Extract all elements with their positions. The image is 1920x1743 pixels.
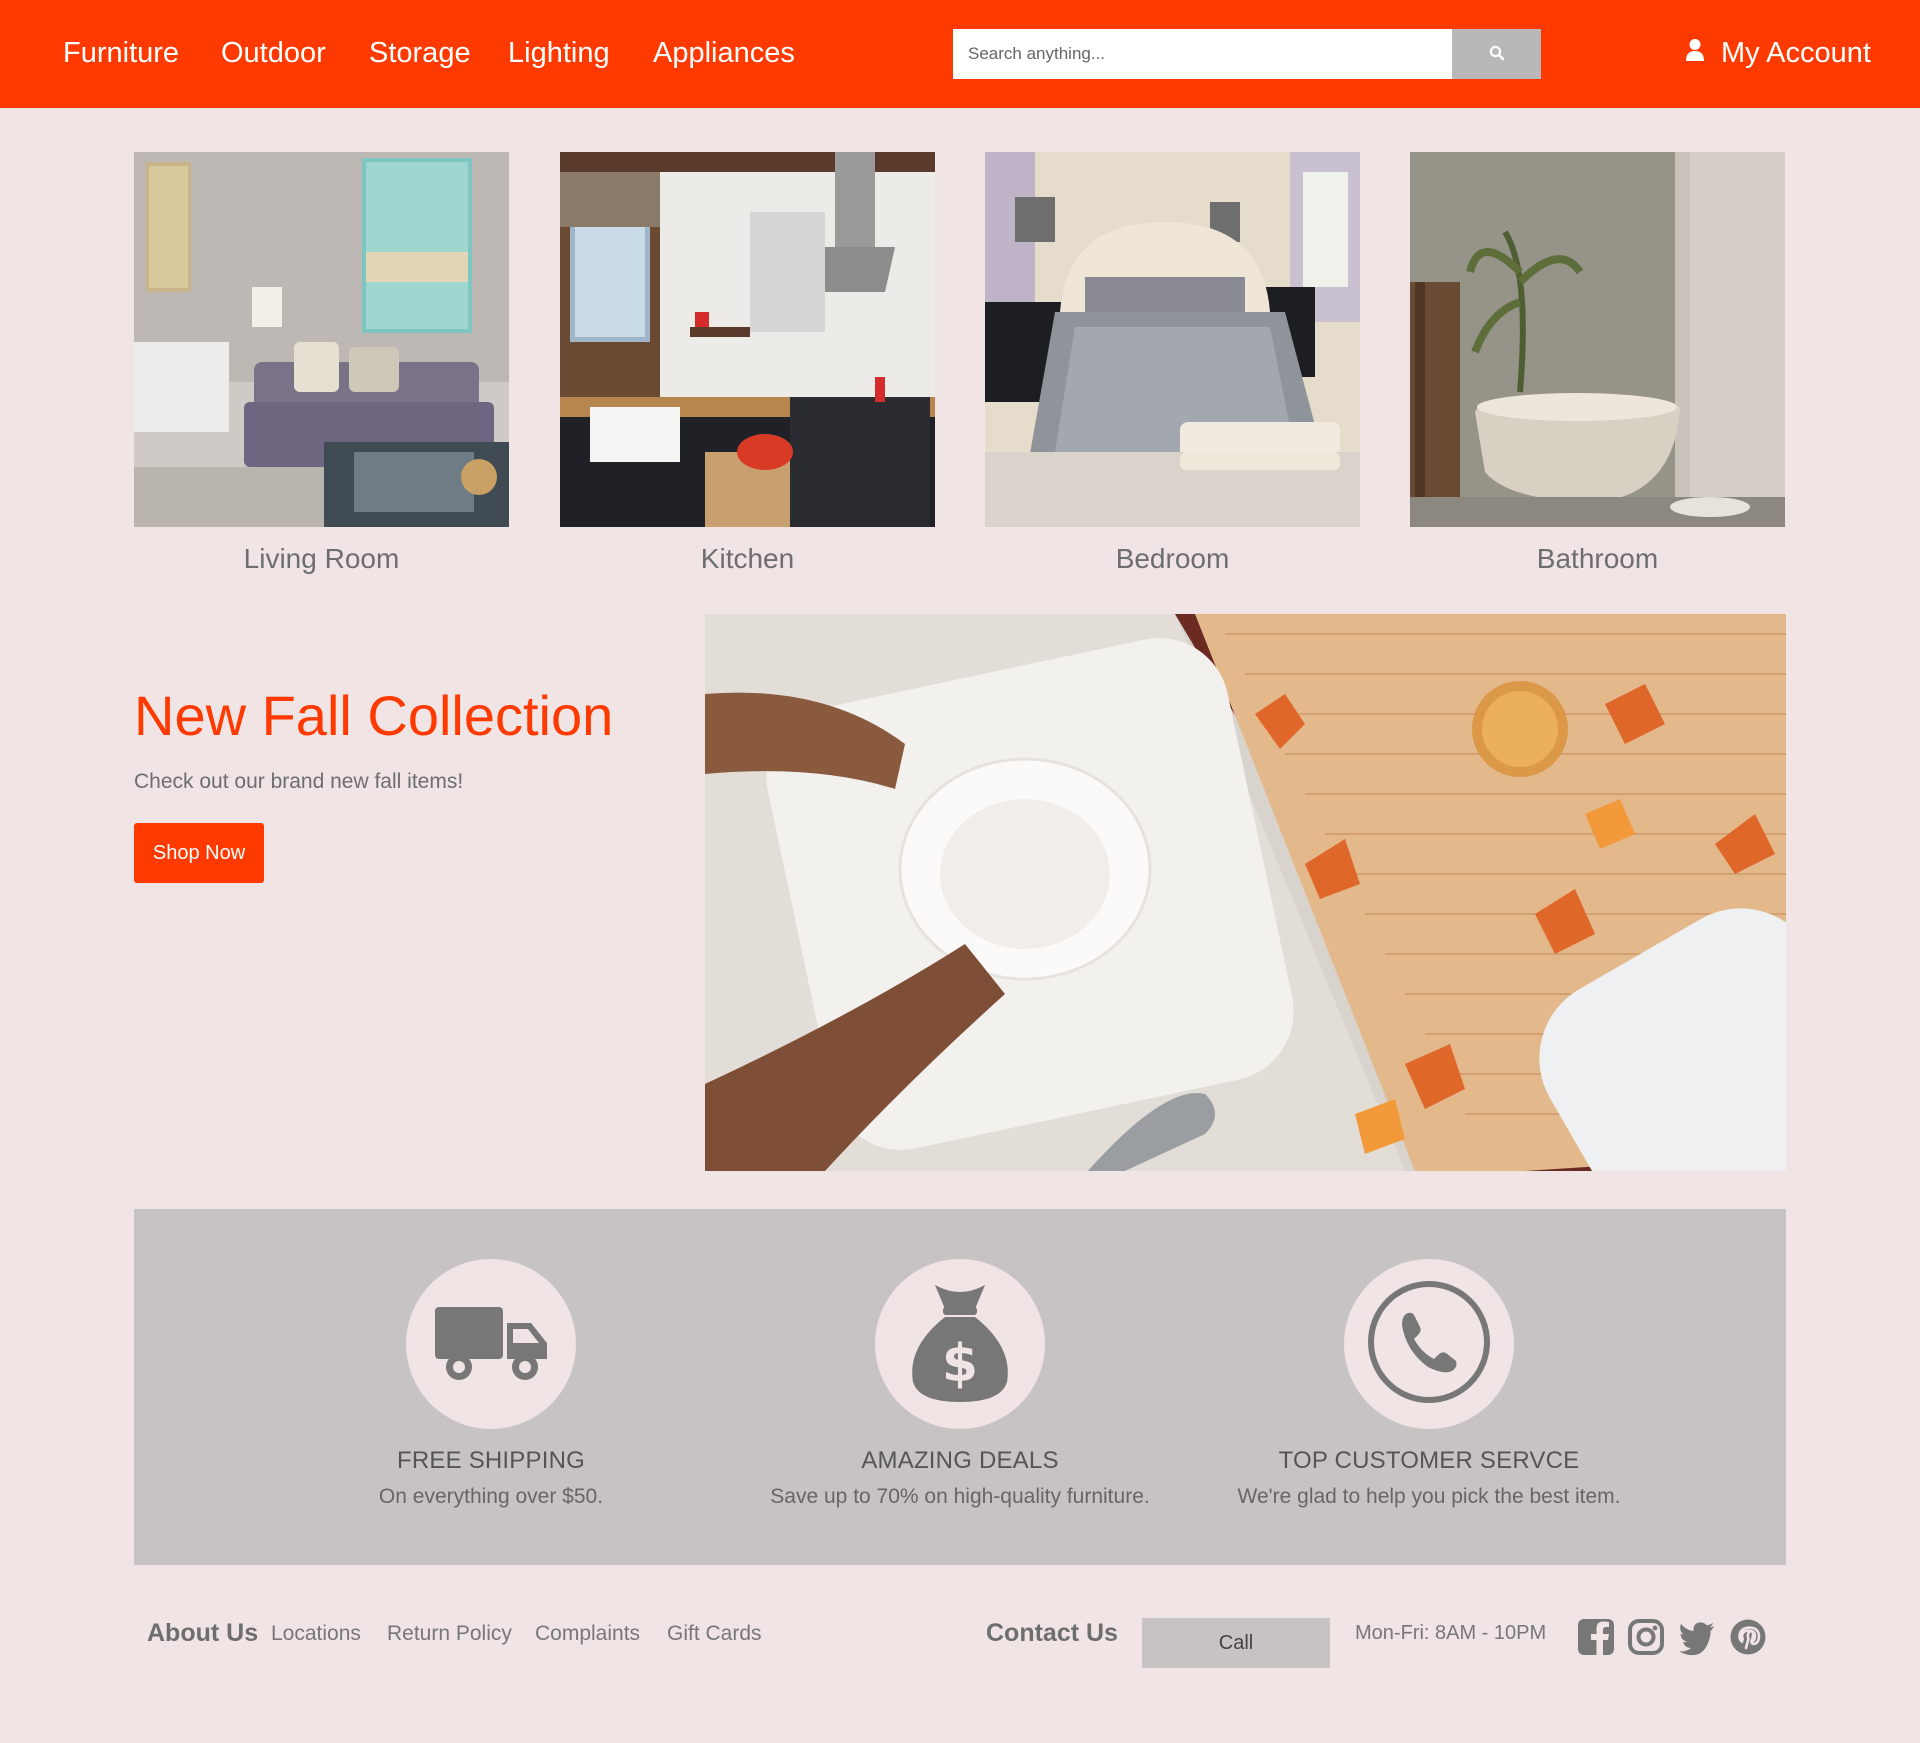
truck-icon — [431, 1297, 551, 1392]
room-label-living-room: Living Room — [243, 543, 400, 574]
feature-title: AMAZING DEALS — [861, 1447, 1059, 1474]
room-label-bedroom: Bedroom — [1115, 543, 1230, 574]
feature-icon-circle — [1344, 1259, 1514, 1429]
search-button[interactable] — [1452, 29, 1541, 79]
user-icon — [1685, 37, 1705, 70]
top-navigation-bar: Furniture Outdoor Storage Lighting Appli… — [0, 0, 1920, 108]
search-icon — [1489, 45, 1505, 64]
twitter-icon[interactable] — [1678, 1618, 1716, 1656]
contact-us-heading: Contact Us — [986, 1619, 1118, 1647]
nav-storage[interactable]: Storage — [369, 30, 471, 76]
room-label-kitchen: Kitchen — [700, 543, 795, 574]
footer-link-gift-cards[interactable]: Gift Cards — [667, 1622, 762, 1646]
room-tile-living-room[interactable]: Living Room — [134, 152, 509, 575]
search-bar — [953, 29, 1541, 79]
facebook-icon[interactable] — [1577, 1618, 1615, 1656]
shop-now-button[interactable]: Shop Now — [134, 823, 264, 883]
nav-appliances[interactable]: Appliances — [653, 30, 795, 76]
living-room-image — [134, 152, 509, 527]
features-band: FREE SHIPPING On everything over $50. $ … — [134, 1209, 1786, 1565]
about-us-heading[interactable]: About Us — [147, 1619, 258, 1648]
nav-outdoor[interactable]: Outdoor — [221, 30, 326, 76]
feature-customer-service: TOP CUSTOMER SERVCE We're glad to help y… — [1194, 1259, 1664, 1509]
nav-lighting[interactable]: Lighting — [508, 30, 610, 76]
bedroom-image — [985, 152, 1360, 527]
feature-title: FREE SHIPPING — [397, 1447, 585, 1474]
my-account-label: My Account — [1721, 36, 1871, 69]
room-tile-kitchen[interactable]: Kitchen — [560, 152, 935, 575]
my-account-link[interactable]: My Account — [1685, 30, 1871, 76]
nav-furniture[interactable]: Furniture — [63, 30, 179, 76]
call-button[interactable]: Call — [1142, 1618, 1330, 1668]
promo-title: New Fall Collection — [134, 684, 614, 747]
footer-link-locations[interactable]: Locations — [271, 1622, 361, 1646]
pinterest-icon[interactable] — [1729, 1618, 1767, 1656]
svg-text:$: $ — [942, 1334, 978, 1394]
feature-description: On everything over $50. — [378, 1485, 604, 1508]
search-input[interactable] — [953, 29, 1452, 79]
kitchen-image — [560, 152, 935, 527]
feature-free-shipping: FREE SHIPPING On everything over $50. — [256, 1259, 726, 1509]
feature-icon-circle: $ — [875, 1259, 1045, 1429]
fall-collection-image — [705, 614, 1786, 1171]
feature-icon-circle — [406, 1259, 576, 1429]
room-label-bathroom: Bathroom — [1536, 543, 1659, 574]
promo-subtitle: Check out our brand new fall items! — [134, 770, 464, 793]
footer-link-complaints[interactable]: Complaints — [535, 1622, 640, 1646]
business-hours: Mon-Fri: 8AM - 10PM — [1355, 1622, 1547, 1644]
feature-title: TOP CUSTOMER SERVCE — [1278, 1447, 1580, 1474]
room-tile-bedroom[interactable]: Bedroom — [985, 152, 1360, 575]
room-tile-bathroom[interactable]: Bathroom — [1410, 152, 1785, 575]
bathroom-image — [1410, 152, 1785, 527]
feature-amazing-deals: $ AMAZING DEALS Save up to 70% on high-q… — [725, 1259, 1195, 1509]
footer-link-return-policy[interactable]: Return Policy — [387, 1622, 512, 1646]
feature-description: Save up to 70% on high-quality furniture… — [770, 1485, 1150, 1508]
feature-description: We're glad to help you pick the best ite… — [1237, 1485, 1621, 1508]
phone-icon — [1366, 1279, 1492, 1410]
money-bag-icon: $ — [905, 1277, 1015, 1412]
instagram-icon[interactable] — [1627, 1618, 1665, 1656]
